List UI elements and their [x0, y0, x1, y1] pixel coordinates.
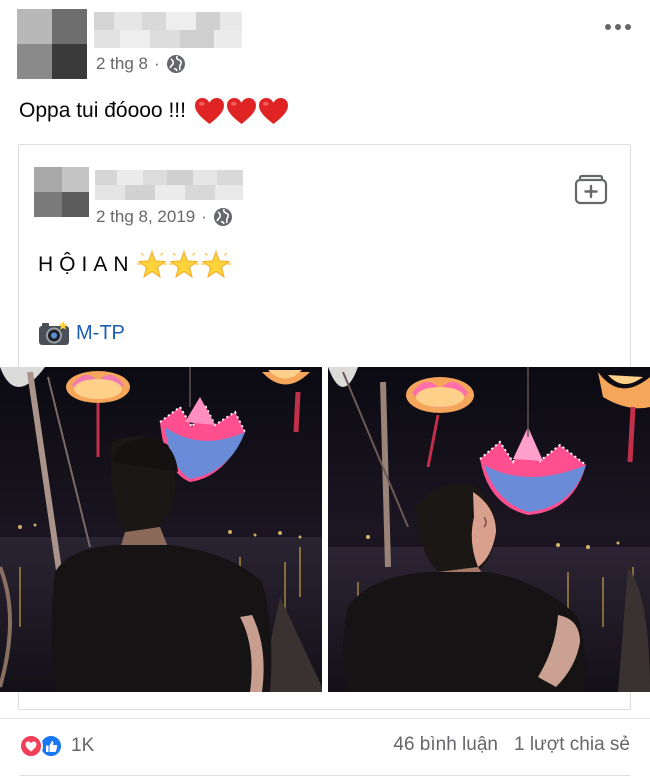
reactions-summary[interactable]: 1K: [19, 734, 94, 758]
red-heart-icon: [194, 97, 224, 125]
post-text-body: Oppa tui đóooo !!!: [19, 99, 186, 122]
love-reaction-icon: [19, 734, 43, 758]
engagement-stats: 46 bình luận 1 lượt chia sẻ: [393, 734, 630, 756]
glowing-star-icon: [200, 250, 231, 279]
meta-separator: ·: [201, 207, 207, 226]
post-footer: 1K 46 bình luận 1 lượt chia sẻ: [0, 718, 650, 776]
globe-icon: [213, 208, 232, 226]
shared-caption-text: HỘIAN: [38, 253, 135, 276]
post-text: Oppa tui đóooo !!!: [19, 97, 289, 125]
save-collection-icon[interactable]: [574, 173, 608, 205]
shares-count-link[interactable]: 1 lượt chia sẻ: [514, 734, 630, 756]
camera-flash-icon: [39, 321, 69, 345]
glowing-star-icon: [168, 250, 199, 279]
hoi-an-lantern-photo-1[interactable]: [0, 367, 322, 692]
post-timestamp[interactable]: 2 thg 8: [96, 54, 148, 74]
shared-post-meta: 2 thg 8, 2019 ·: [96, 207, 233, 227]
meta-separator: ·: [154, 54, 160, 73]
comments-count-link[interactable]: 46 bình luận: [393, 734, 498, 756]
author-name-redacted[interactable]: [94, 12, 244, 48]
stars-group: [136, 250, 231, 280]
more-dot-icon: [615, 24, 621, 30]
glowing-star-icon: [136, 250, 167, 279]
photo-2-image: [328, 367, 650, 692]
shared-caption: HỘIAN: [38, 250, 231, 280]
more-options-button[interactable]: [598, 15, 638, 39]
shared-post-timestamp[interactable]: 2 thg 8, 2019: [96, 207, 195, 227]
hearts-group: [194, 97, 289, 125]
globe-icon: [166, 55, 185, 73]
shared-author-name-redacted[interactable]: [95, 170, 245, 200]
more-dot-icon: [605, 24, 611, 30]
avatar[interactable]: [17, 9, 87, 79]
shared-avatar[interactable]: [34, 167, 89, 217]
photo-1-image: [0, 367, 322, 692]
red-heart-icon: [258, 97, 288, 125]
photo-credit-link[interactable]: M-TP: [38, 320, 125, 346]
reaction-count: 1K: [71, 735, 95, 756]
hoi-an-lantern-photo-2[interactable]: [328, 367, 650, 692]
post-meta: 2 thg 8 ·: [96, 54, 186, 74]
post-header: 2 thg 8 ·: [0, 0, 650, 90]
red-heart-icon: [226, 97, 256, 125]
more-dot-icon: [625, 24, 631, 30]
photo-credit-text: M-TP: [76, 321, 125, 344]
